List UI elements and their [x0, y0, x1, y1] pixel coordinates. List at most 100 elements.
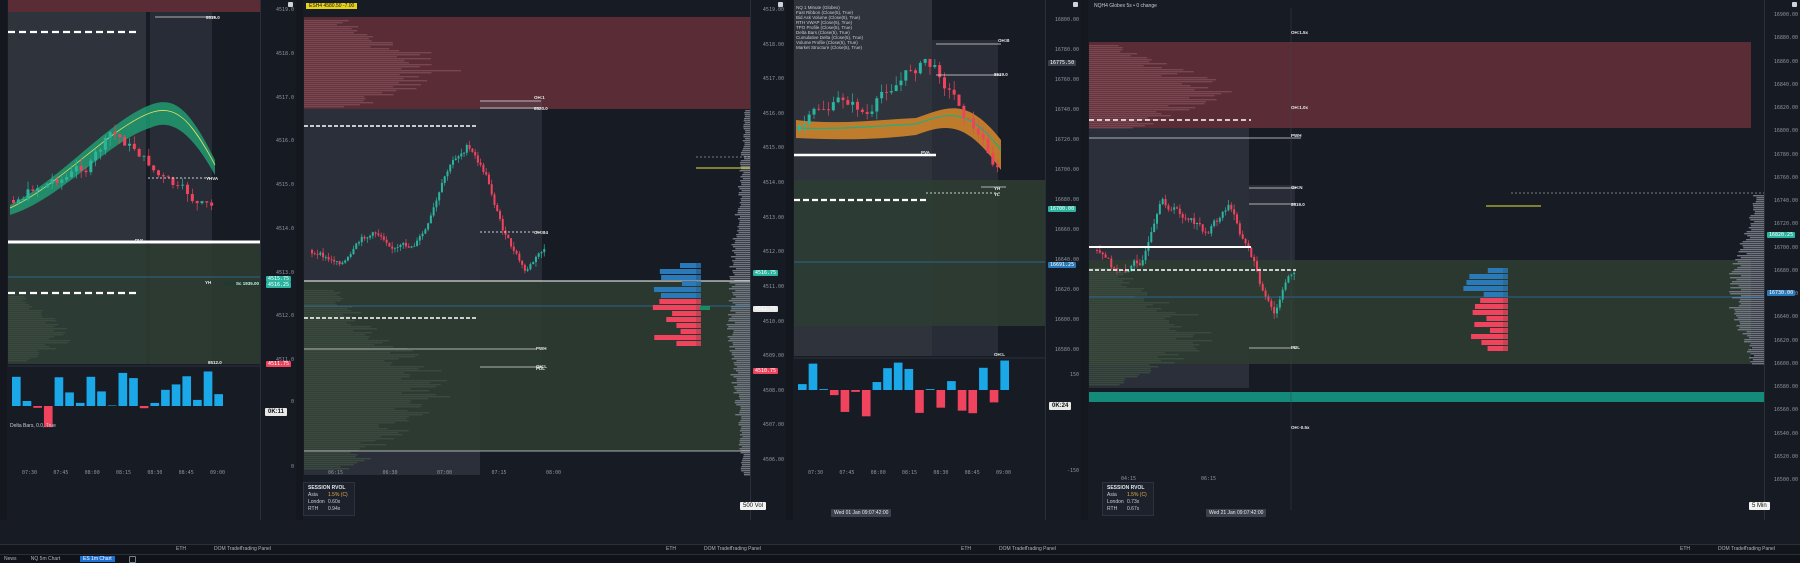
volume-profile-bar	[8, 344, 45, 346]
volume-profile-bar	[8, 324, 59, 326]
volume-profile-bar	[1089, 362, 1175, 364]
volume-profile-bar	[741, 154, 750, 156]
chart-pane-2[interactable]: ESH4 4580.50 -7.00 4519.00 4518.00 4517.00…	[296, 0, 787, 554]
price-axis-2[interactable]: 4519.00 4518.00 4517.00 4516.00 4515.00 4514.…	[750, 0, 786, 520]
volume-profile-bar	[733, 330, 750, 332]
volume-profile-bar	[8, 312, 42, 314]
volume-profile-bar	[304, 296, 341, 298]
price-axis-tick: 16500.00	[1773, 477, 1798, 483]
volume-profile-bar	[1749, 345, 1764, 347]
time-axis-tick: 07:00	[437, 470, 453, 476]
volume-profile-bar	[304, 404, 422, 406]
footprint-bid	[1466, 280, 1503, 285]
footer-item[interactable]: Trading Panel	[240, 546, 271, 552]
footer-item[interactable]: DOM Trader	[999, 546, 1027, 552]
footer-item[interactable]: ETH	[1680, 546, 1690, 552]
price-axis-tick: 16680.00	[1054, 197, 1079, 203]
volume-profile-bar	[304, 464, 354, 466]
delta-bar	[171, 384, 181, 406]
level-label: OH:B4	[534, 230, 549, 235]
session-rvol-row: London 0.73x	[1107, 499, 1149, 506]
footer-item[interactable]: Trading Panel	[1025, 546, 1056, 552]
volume-profile-bar	[304, 376, 410, 378]
candle-body	[1276, 307, 1278, 314]
candle-body	[181, 184, 185, 186]
volume-profile-bar	[1737, 317, 1764, 319]
volume-profile-bar	[1756, 199, 1764, 201]
volume-profile-bar	[8, 298, 27, 300]
price-axis-1[interactable]: 4519.0 4518.0 4517.0 4516.0 4515.0 4514.0 4513…	[260, 0, 296, 520]
volume-profile-bar	[1089, 73, 1178, 75]
candle-body	[1233, 209, 1236, 215]
chart-pane-1[interactable]: 4519.0 4518.0 4517.0 4516.0 4515.0 4514.0 4513…	[0, 0, 297, 554]
volume-profile-bar	[1089, 63, 1167, 65]
chart-pane-3[interactable]: 150 -150 16800.00 16780.00 16760.00 16740.00 1…	[786, 0, 1082, 554]
volume-profile-bar	[304, 412, 430, 414]
price-flag: 16775.50	[1048, 60, 1077, 66]
time-axis-tick: 07:30	[808, 470, 824, 476]
footprint-bid	[1487, 268, 1503, 273]
settings-icon[interactable]	[778, 2, 783, 7]
candle-body	[1210, 226, 1213, 234]
volume-profile-bar	[1089, 290, 1142, 292]
settings-icon[interactable]	[1073, 2, 1078, 7]
footer-item[interactable]: DOM Trader	[1718, 546, 1746, 552]
candle-body	[427, 223, 430, 230]
price-axis-4[interactable]: 16900.00 16880.00 16860.00 16840.00 16820.00…	[1764, 0, 1800, 520]
candle-body	[1176, 207, 1178, 209]
volume-profile-bar	[304, 380, 447, 382]
volume-profile-bar	[304, 374, 411, 376]
footer-item[interactable]: ETH	[961, 546, 971, 552]
workspace-tab[interactable]: ES 1m Chart	[80, 556, 115, 562]
volume-profile-bar	[8, 314, 42, 316]
volume-profile-bar	[304, 22, 343, 24]
price-chart-2[interactable]	[296, 0, 786, 520]
price-chart-3[interactable]	[786, 0, 1081, 520]
volume-profile-bar	[1089, 278, 1134, 280]
price-chart-1[interactable]	[0, 0, 296, 520]
footer-item[interactable]: DOM Trader	[214, 546, 242, 552]
delta-bar	[989, 390, 999, 403]
volume-profile-bar	[743, 126, 750, 128]
volume-profile-bar	[735, 258, 750, 260]
candle-body	[972, 118, 975, 129]
candle-body	[1138, 263, 1141, 266]
footer-item[interactable]: Trading Panel	[730, 546, 761, 552]
settings-icon[interactable]	[1792, 2, 1797, 7]
session-name: London	[1107, 499, 1124, 505]
volume-profile-bar	[304, 84, 421, 86]
volume-profile-bar	[735, 240, 750, 242]
volume-profile-bar	[739, 440, 750, 442]
footer-item[interactable]: ETH	[176, 546, 186, 552]
workspace-tab[interactable]: NQ 5m Chart	[31, 556, 60, 562]
candle-body	[210, 202, 214, 206]
price-axis-3[interactable]: 150 -150 16800.00 16780.00 16760.00 16740.00 1…	[1045, 0, 1081, 520]
footprint-cell	[1503, 310, 1508, 315]
candle-body	[1141, 260, 1144, 266]
footer-item[interactable]: Trading Panel	[1744, 546, 1775, 552]
time-axis-tick: 07:45	[53, 470, 69, 476]
candle-body	[1156, 214, 1158, 224]
volume-profile-bar	[1737, 267, 1764, 269]
price-chart-4[interactable]	[1081, 0, 1800, 520]
price-axis-tick: 4516.00	[762, 110, 784, 117]
volume-profile-bar	[8, 350, 39, 352]
settings-icon[interactable]	[288, 2, 293, 7]
volume-profile-bar	[739, 222, 750, 224]
volume-profile-bar	[1089, 286, 1127, 288]
candle-body	[1193, 218, 1196, 224]
footprint-cell	[696, 335, 701, 340]
volume-profile-bar	[740, 452, 750, 454]
footer-item[interactable]: ETH	[666, 546, 676, 552]
candle-body	[123, 137, 127, 146]
footer-item[interactable]: DOM Trader	[704, 546, 732, 552]
session-rvol-title: SESSION RVOL	[1107, 485, 1145, 491]
candle-body	[923, 58, 927, 63]
level-label: 8519.0	[1291, 202, 1305, 207]
workspace-tab[interactable]: News	[4, 556, 17, 562]
candle-body	[976, 128, 980, 135]
volume-profile-bar	[1089, 45, 1119, 47]
candle-body	[952, 89, 956, 95]
candle-body	[802, 123, 806, 126]
chart-pane-4[interactable]: NQH4 Globex 5s • 0 change 16900.00 16880.…	[1081, 0, 1800, 554]
